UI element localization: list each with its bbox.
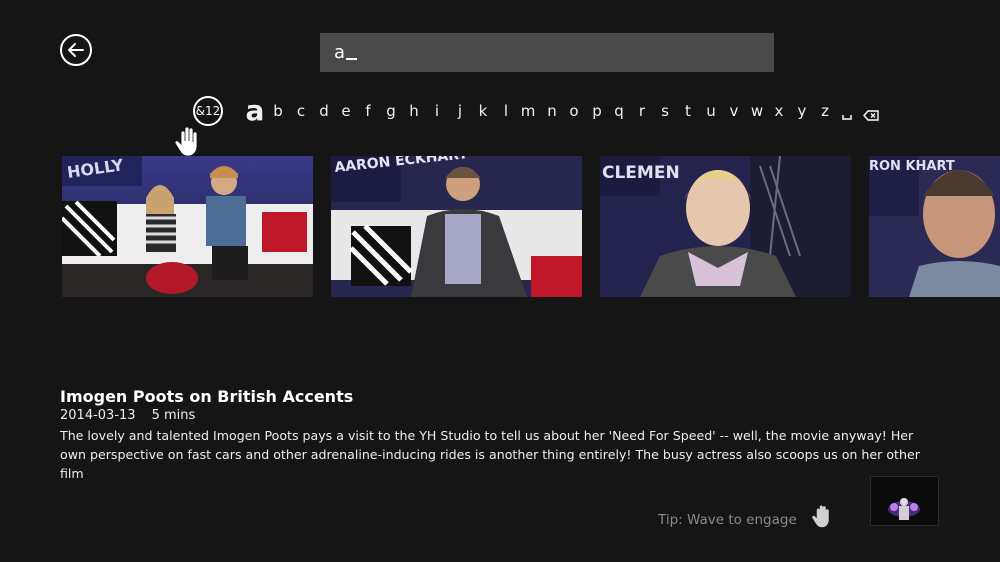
- video-thumbnail-4[interactable]: RON KHART: [869, 156, 1000, 297]
- key-d[interactable]: d: [315, 102, 333, 120]
- video-date: 2014-03-13: [60, 408, 136, 423]
- search-input-value: a: [334, 42, 346, 63]
- text-caret: [346, 58, 358, 60]
- key-q[interactable]: q: [610, 102, 628, 120]
- backspace-key[interactable]: [863, 106, 879, 125]
- key-s[interactable]: s: [656, 102, 674, 120]
- key-o[interactable]: o: [565, 102, 583, 120]
- kinect-camera-preview: [870, 476, 939, 526]
- key-r[interactable]: r: [633, 102, 651, 120]
- key-m[interactable]: m: [519, 102, 537, 120]
- key-t[interactable]: t: [679, 102, 697, 120]
- backspace-icon: [863, 110, 879, 121]
- key-n[interactable]: n: [543, 102, 561, 120]
- key-i[interactable]: i: [428, 102, 446, 120]
- key-c[interactable]: c: [292, 102, 310, 120]
- space-key-icon: [842, 115, 852, 120]
- key-v[interactable]: v: [725, 102, 743, 120]
- video-description: The lovely and talented Imogen Poots pay…: [60, 428, 920, 481]
- tip-text: Tip: Wave to engage: [658, 512, 797, 528]
- key-f[interactable]: f: [359, 102, 377, 120]
- video-title: Imogen Poots on British Accents: [60, 387, 354, 406]
- symbols-key[interactable]: &12: [193, 96, 223, 126]
- search-screen: a &12 a b c d e f g h i j k l m n o p q …: [0, 0, 1000, 562]
- key-y[interactable]: y: [793, 102, 811, 120]
- key-w[interactable]: w: [748, 102, 766, 120]
- key-j[interactable]: j: [451, 102, 469, 120]
- video-thumbnail-1[interactable]: HOLLY: [62, 156, 313, 297]
- video-thumbnail-3[interactable]: CLEMEN: [600, 156, 851, 297]
- key-l[interactable]: l: [497, 102, 515, 120]
- key-k[interactable]: k: [474, 102, 492, 120]
- thumbnail-banner-text: RON KHART: [869, 159, 955, 174]
- hand-icon: [810, 503, 834, 533]
- back-button[interactable]: [60, 34, 92, 66]
- video-thumbnail-2[interactable]: AARON ECKHART: [331, 156, 582, 297]
- video-meta: 2014-03-13 5 mins: [60, 408, 195, 423]
- on-screen-keyboard: &12 a b c d e f g h i j k l m n o p q r …: [0, 94, 1000, 130]
- key-g[interactable]: g: [382, 102, 400, 120]
- search-input[interactable]: a: [320, 33, 774, 72]
- key-e[interactable]: e: [337, 102, 355, 120]
- key-x[interactable]: x: [770, 102, 788, 120]
- key-h[interactable]: h: [405, 102, 423, 120]
- key-u[interactable]: u: [702, 102, 720, 120]
- back-arrow-icon: [68, 43, 84, 57]
- key-b[interactable]: b: [269, 102, 287, 120]
- key-z[interactable]: z: [816, 102, 834, 120]
- video-duration: 5 mins: [151, 408, 196, 423]
- space-key[interactable]: [842, 106, 852, 125]
- key-p[interactable]: p: [588, 102, 606, 120]
- key-a[interactable]: a: [241, 94, 269, 127]
- thumbnail-banner-text: CLEMEN: [602, 163, 680, 183]
